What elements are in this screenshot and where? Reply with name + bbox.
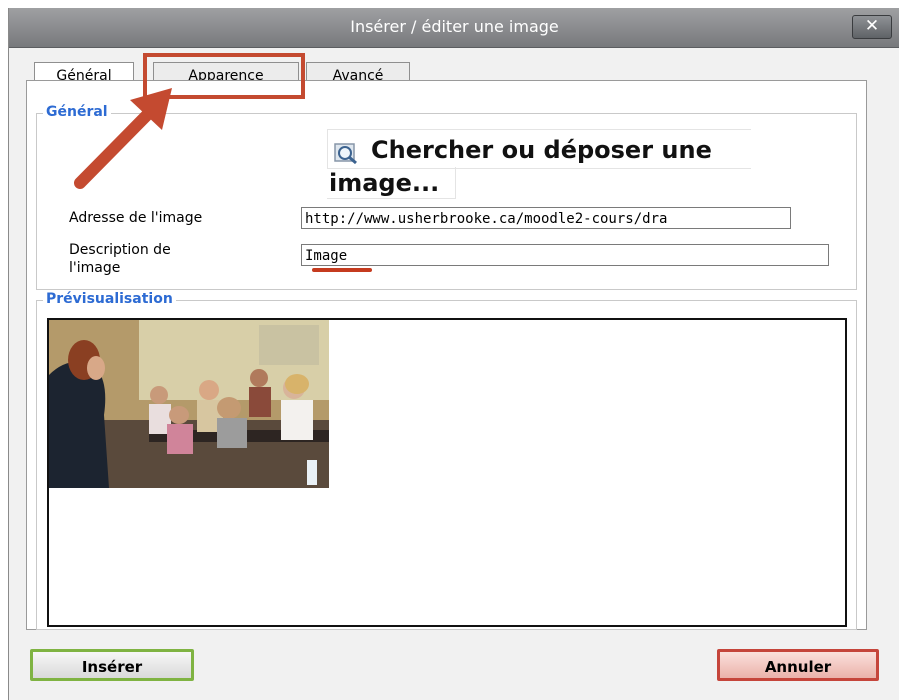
dialog-title: Insérer / éditer une image [350,17,559,36]
insert-button[interactable]: Insérer [30,649,194,681]
preview-photo [49,320,329,488]
tab-panel: Général Chercher ou déposer une image...… [26,80,867,630]
browse-label-line2: image... [329,169,440,197]
preview-fieldset: Prévisualisation [36,291,857,630]
general-fieldset: Général Chercher ou déposer une image...… [36,104,857,290]
description-label-line1: Description de [69,242,171,258]
preview-legend: Prévisualisation [43,291,176,307]
image-url-label: Adresse de l'image [69,210,203,226]
browse-image-button[interactable]: Chercher ou déposer une image... [327,129,752,199]
browse-label-line1: Chercher ou déposer une [371,136,712,164]
annotation-underline [312,268,372,272]
description-input[interactable]: Image [301,244,829,266]
dialog-titlebar[interactable]: Insérer / éditer une image ✕ [9,8,899,48]
general-legend: Général [43,104,111,120]
preview-area [47,318,847,627]
annotation-highlight-box [143,53,305,99]
close-button[interactable]: ✕ [852,15,892,39]
description-label-line2: l'image [69,260,121,276]
cancel-button[interactable]: Annuler [717,649,879,681]
close-icon: ✕ [864,16,880,36]
magnifier-icon [334,143,357,165]
image-url-input[interactable]: http://www.usherbrooke.ca/moodle2-cours/… [301,207,791,229]
